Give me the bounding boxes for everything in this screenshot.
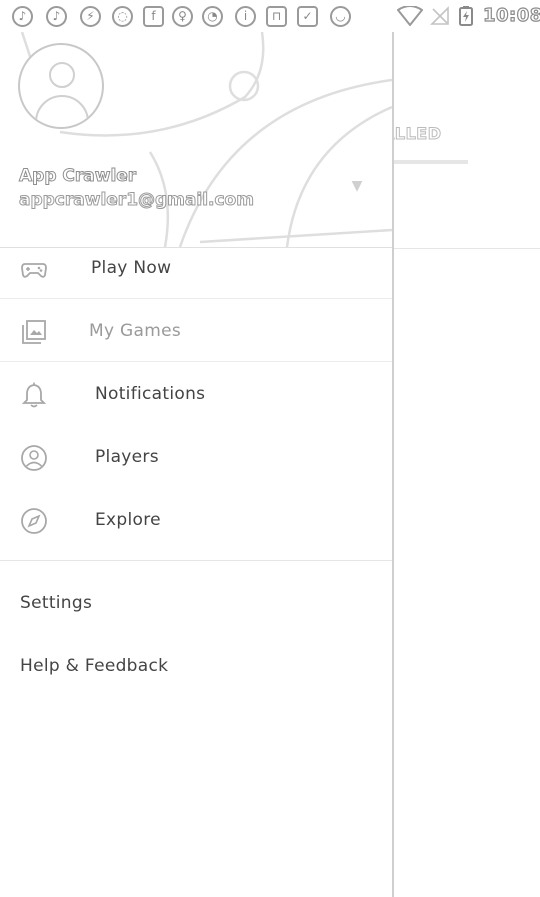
background-app: ALLED	[381, 32, 540, 897]
drawer-item-label: Explore	[95, 510, 161, 530]
pin-icon: ♀	[172, 6, 193, 27]
android-icon: ◡	[330, 6, 351, 27]
music-note-icon: ♪	[12, 6, 33, 27]
avatar-body	[35, 95, 89, 127]
drawer-item-play-now[interactable]: Play Now	[0, 237, 392, 299]
drawer-item-label: Play Now	[91, 258, 172, 278]
gamepad-icon	[21, 263, 47, 278]
facebook-icon: f	[143, 6, 164, 27]
status-bar: ♪ ♪ ⚡ ◌ f ♀ ◔ i ⊓ ✓ ◡ 10:08	[0, 0, 540, 32]
bolt-icon: ⚡	[80, 6, 101, 27]
drawer-item-label: Notifications	[95, 384, 206, 404]
library-icon	[22, 320, 46, 344]
divider	[392, 248, 540, 249]
lock-icon: ⊓	[266, 6, 287, 27]
divider	[0, 560, 392, 561]
chevron-down-icon[interactable]: ▼	[346, 178, 368, 194]
shield-icon: ◌	[112, 6, 133, 27]
drawer-item-label: My Games	[89, 321, 181, 341]
wifi-icon	[397, 6, 423, 26]
compass-icon	[21, 508, 47, 534]
info-icon: i	[235, 6, 256, 27]
drawer-item-notifications[interactable]: Notifications	[0, 363, 392, 425]
pikachu-icon: ◔	[202, 6, 223, 27]
music-note-icon: ♪	[46, 6, 67, 27]
drawer-item-explore[interactable]: Explore	[0, 489, 392, 551]
account-email: appcrawler1@gmail.com	[19, 190, 255, 211]
avatar-head	[49, 62, 75, 88]
tab-indicator	[392, 160, 468, 164]
person-circle-icon	[21, 445, 47, 471]
screen: ♪ ♪ ⚡ ◌ f ♀ ◔ i ⊓ ✓ ◡ 10:08 ALLED App Cr…	[0, 0, 540, 897]
clock: 10:08	[482, 4, 540, 26]
navigation-drawer: App Crawler appcrawler1@gmail.com ▼ Play…	[0, 32, 394, 897]
account-name: App Crawler	[18, 166, 137, 187]
avatar[interactable]	[18, 43, 104, 129]
settings-link[interactable]: Settings	[20, 593, 92, 613]
help-feedback-link[interactable]: Help & Feedback	[20, 656, 168, 676]
bell-icon	[21, 382, 47, 408]
drawer-item-players[interactable]: Players	[0, 426, 392, 488]
no-signal-icon	[430, 6, 449, 25]
account-header[interactable]: App Crawler appcrawler1@gmail.com ▼	[0, 32, 392, 248]
drawer-item-my-games[interactable]: My Games	[0, 300, 392, 362]
battery-charging-icon	[459, 6, 473, 26]
calendar-check-icon: ✓	[297, 6, 318, 27]
drawer-item-label: Players	[95, 447, 159, 467]
